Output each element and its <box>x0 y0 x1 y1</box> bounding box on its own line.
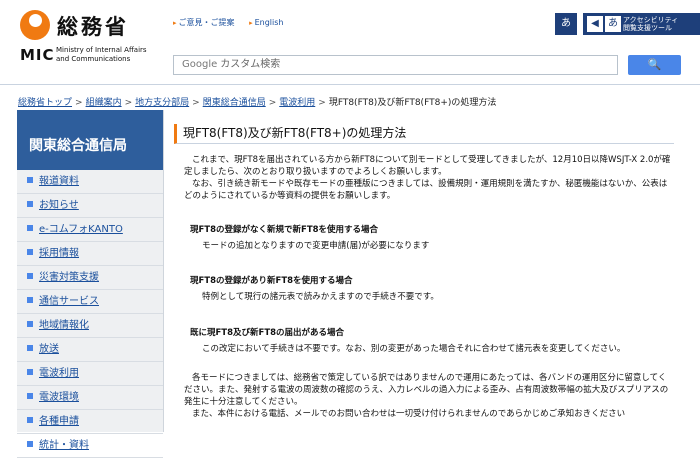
mic-logo-mark-icon <box>20 10 50 40</box>
note-paragraph-2: また、本件における電話、メールでのお問い合わせは一切受け付けられませんのであらか… <box>192 409 626 419</box>
mic-logo[interactable]: 総務省 MIC Ministry of Internal Affairs and… <box>20 10 160 66</box>
search-brand: Google <box>182 59 218 70</box>
intro-paragraph-1: これまで、現FT8を届出されている方から新FT8について別モードとして受理してき… <box>184 155 671 177</box>
breadcrumb-item[interactable]: 電波利用 <box>279 98 315 108</box>
case1-heading: 現FT8の登録がなく新規で新FT8を使用する場合 <box>190 225 379 235</box>
sidebar-item-disaster[interactable]: 災害対策支援 <box>17 266 163 290</box>
text-icon: あ <box>605 16 621 32</box>
breadcrumb-item[interactable]: 関東総合通信局 <box>203 98 266 108</box>
sidebar: 関東総合通信局 報道資料 お知らせ e-コムフォKANTO 採用情報 災害対策支… <box>17 110 164 458</box>
search-placeholder: カスタム検索 <box>220 59 281 70</box>
case1-text: モードの追加となりますので変更申請(届)が必要になります <box>202 241 430 251</box>
search-input[interactable]: Google カスタム検索 <box>173 55 618 75</box>
breadcrumb-separator: > <box>124 98 133 108</box>
breadcrumb-separator: > <box>75 98 83 108</box>
logo-mic-text: MIC <box>20 46 55 64</box>
sidebar-item-ecomfo[interactable]: e-コムフォKANTO <box>17 218 163 242</box>
page-title: 現FT8(FT8)及び新FT8(FT8+)の処理方法 <box>174 124 674 144</box>
sidebar-item-news[interactable]: お知らせ <box>17 194 163 218</box>
case3-heading: 既に現FT8及び新FT8の届出がある場合 <box>190 328 345 338</box>
logo-english-name: Ministry of Internal Affairs and Communi… <box>56 46 147 63</box>
sidebar-item-radio-env[interactable]: 電波環境 <box>17 386 163 410</box>
speaker-icon: ◀ <box>587 16 603 32</box>
intro-paragraph-2: なお、引き続き新モードや既存モードの亜種版につきましては、設備規則・運用規則を満… <box>184 179 668 201</box>
sidebar-item-recruit[interactable]: 採用情報 <box>17 242 163 266</box>
logo-japanese-name: 総務省 <box>57 15 129 39</box>
accessibility-tool-button[interactable]: ◀ あ アクセシビリティ 閲覧支援ツール <box>583 13 700 35</box>
opinion-link[interactable]: ご意見・ご提案 <box>173 18 235 27</box>
case2-text: 特例として現行の諸元表で読みかえますので手続き不要です。 <box>202 292 439 302</box>
breadcrumb-separator: > <box>268 98 277 108</box>
sidebar-item-regional[interactable]: 地域情報化 <box>17 314 163 338</box>
breadcrumb-separator: > <box>318 98 326 108</box>
font-size-button[interactable]: あ <box>555 13 577 35</box>
sidebar-item-statistics[interactable]: 統計・資料 <box>17 434 163 458</box>
breadcrumb-item[interactable]: 総務省トップ <box>18 98 72 108</box>
case2-heading: 現FT8の登録があり新FT8を使用する場合 <box>190 276 353 286</box>
header-links: ご意見・ご提案 English <box>173 17 295 28</box>
sidebar-item-press[interactable]: 報道資料 <box>17 170 163 194</box>
breadcrumb-separator: > <box>192 98 200 108</box>
breadcrumb-current: 現FT8(FT8)及び新FT8(FT8+)の処理方法 <box>328 98 497 108</box>
note-paragraph-1: 各モードにつきましては、総務省で策定している訳ではありませんので運用にあたっては… <box>184 373 669 407</box>
english-link[interactable]: English <box>249 18 283 27</box>
search-icon: 🔍 <box>647 58 662 71</box>
breadcrumb-item[interactable]: 組織案内 <box>86 98 122 108</box>
case3-text: この改定において手続きは不要です。なお、別の変更があった場合それに合わせて諸元表… <box>202 344 626 354</box>
sidebar-item-radio-use[interactable]: 電波利用 <box>17 362 163 386</box>
sidebar-item-broadcast[interactable]: 放送 <box>17 338 163 362</box>
site-header: 総務省 MIC Ministry of Internal Affairs and… <box>0 0 700 85</box>
search-button[interactable]: 🔍 <box>628 55 681 75</box>
sidebar-title[interactable]: 関東総合通信局 <box>17 110 163 170</box>
breadcrumb: 総務省トップ > 組織案内 > 地方支分部局 > 関東総合通信局 > 電波利用 > 現FT8(FT8… <box>18 95 496 108</box>
sidebar-item-telecom[interactable]: 通信サービス <box>17 290 163 314</box>
sidebar-item-applications[interactable]: 各種申請 <box>17 410 163 434</box>
breadcrumb-item[interactable]: 地方支分部局 <box>135 98 189 108</box>
